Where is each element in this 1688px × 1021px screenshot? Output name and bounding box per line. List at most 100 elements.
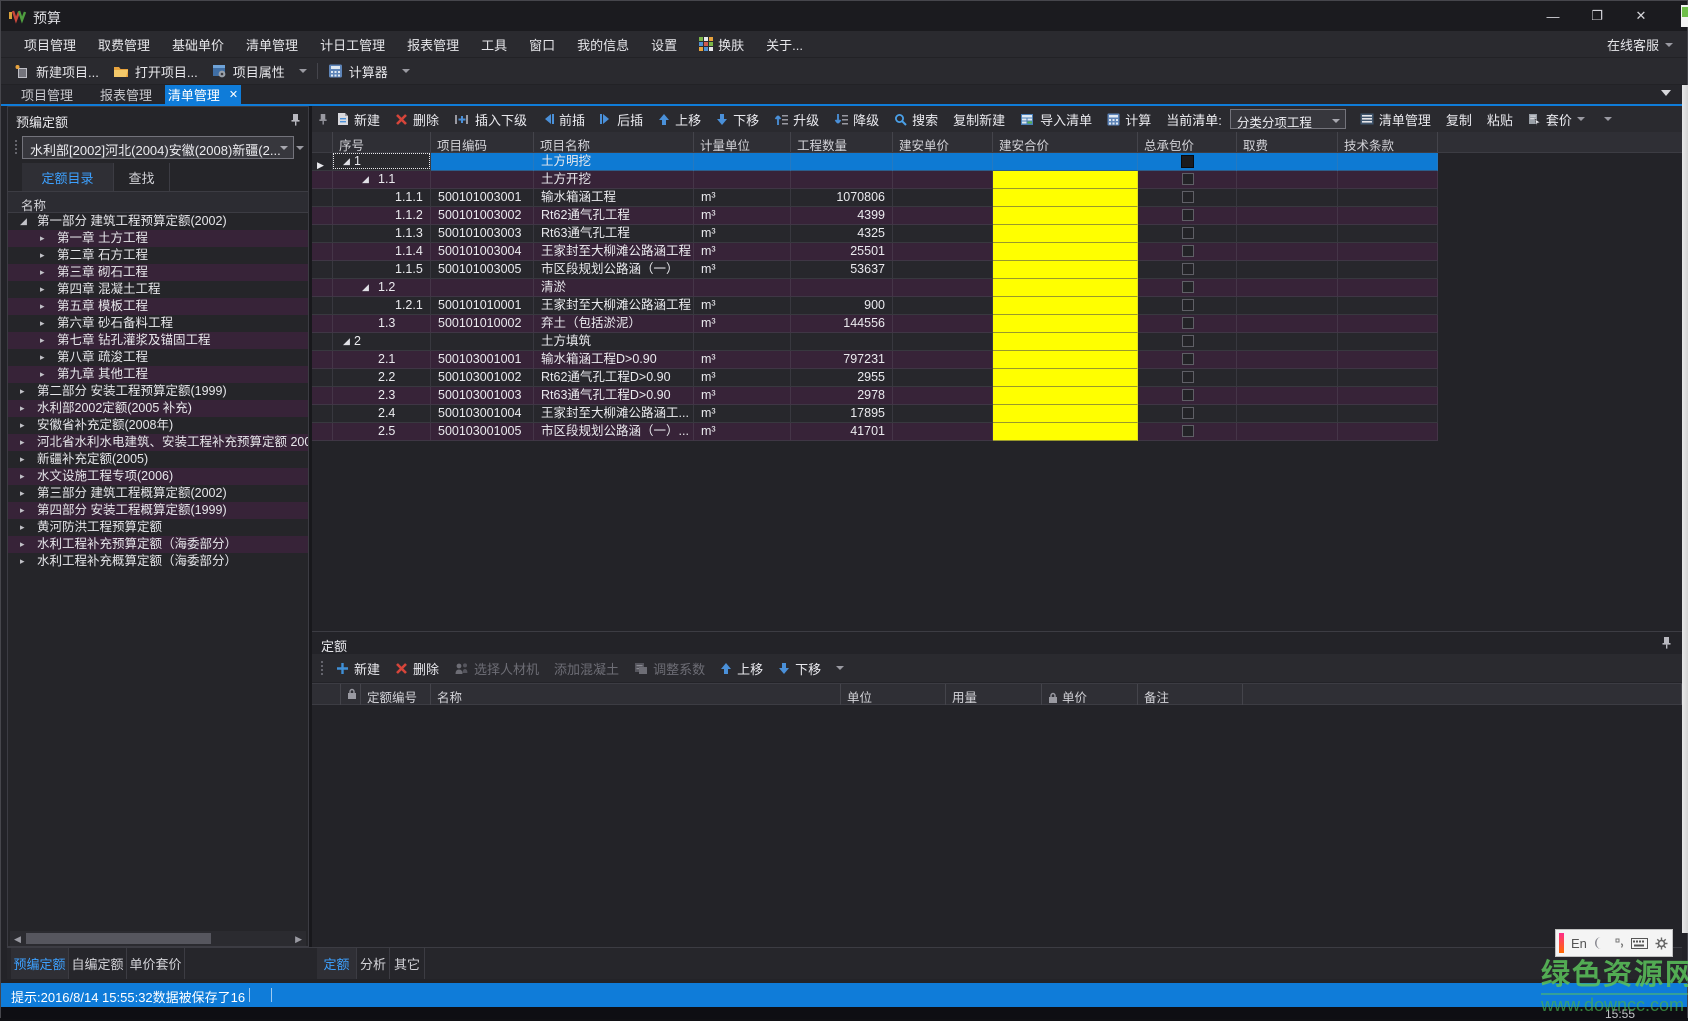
expand-closed-icon[interactable]: ▸	[40, 298, 45, 315]
cell-unit-price[interactable]	[893, 243, 993, 261]
tree-item[interactable]: ▸河北省水利水电建筑、安装工程补充预算定额 2004	[8, 434, 308, 451]
toolbar-overflow-icon[interactable]	[1604, 117, 1612, 121]
cell-unit-price[interactable]	[893, 423, 993, 441]
cell-unit[interactable]: m³	[694, 351, 791, 369]
cell-quantity[interactable]: 2955	[791, 369, 893, 387]
cell-contract-flag[interactable]	[1138, 261, 1237, 279]
contract-checkbox[interactable]	[1182, 335, 1194, 347]
promote-button[interactable]: 升级	[774, 110, 819, 129]
contract-checkbox[interactable]	[1182, 209, 1194, 221]
expand-closed-icon[interactable]: ▸	[20, 485, 25, 502]
column-header-建安单价[interactable]: 建安单价	[893, 132, 993, 152]
cell-unit[interactable]: m³	[694, 387, 791, 405]
cell-code[interactable]: 500103001002	[431, 369, 534, 387]
cell-name[interactable]: 王家封至大柳滩公路涵工...	[534, 405, 694, 423]
scroll-right-icon[interactable]: ▶	[295, 934, 302, 945]
cell-tech-terms[interactable]	[1338, 405, 1438, 423]
column-header-技术条款[interactable]: 技术条款	[1338, 132, 1438, 152]
ime-keyboard-icon[interactable]	[1631, 938, 1648, 949]
grid-row[interactable]: 1.1.1500101003001输水箱涵工程m³1070806	[312, 189, 1438, 207]
cell-contract-flag[interactable]	[1138, 297, 1237, 315]
cell-quantity[interactable]	[791, 153, 893, 171]
cell-unit-price[interactable]	[893, 315, 993, 333]
expand-open-icon[interactable]: ◢	[343, 153, 350, 170]
contract-checkbox[interactable]	[1182, 191, 1194, 203]
cell-unit[interactable]	[694, 279, 791, 297]
cell-total-price[interactable]	[993, 225, 1138, 243]
cell-quantity[interactable]	[791, 279, 893, 297]
tab-项目管理[interactable]: 项目管理	[7, 85, 87, 104]
column-header-工程数量[interactable]: 工程数量	[791, 132, 893, 152]
cell-tech-terms[interactable]	[1338, 189, 1438, 207]
expand-closed-icon[interactable]: ▸	[40, 230, 45, 247]
minimize-button[interactable]: —	[1531, 1, 1575, 31]
menu-item-设置[interactable]: 设置	[640, 31, 688, 58]
add-concrete-button[interactable]: 添加混凝土	[554, 659, 619, 678]
cell-contract-flag[interactable]	[1138, 315, 1237, 333]
cell-total-price[interactable]	[993, 423, 1138, 441]
cell-unit[interactable]: m³	[694, 207, 791, 225]
expand-closed-icon[interactable]: ▸	[20, 434, 25, 451]
cell-code[interactable]: 500101003002	[431, 207, 534, 225]
cell-seq[interactable]: 1.1.1	[333, 189, 431, 207]
tree-item[interactable]: ▸新疆补充定额(2005)	[8, 451, 308, 468]
cell-seq[interactable]: 2.2	[333, 369, 431, 387]
close-button[interactable]: ✕	[1619, 1, 1663, 31]
tree-item[interactable]: ▸第二章 石方工程	[8, 247, 308, 264]
cell-contract-flag[interactable]	[1138, 225, 1237, 243]
grid-row[interactable]: 2.1500103001001输水箱涵工程D>0.90m³797231	[312, 351, 1438, 369]
cell-fee[interactable]	[1237, 387, 1338, 405]
cell-code[interactable]	[431, 171, 534, 189]
new-project-button[interactable]: 新建项目...	[15, 62, 99, 81]
cell-tech-terms[interactable]	[1338, 225, 1438, 243]
tree-item[interactable]: ▸第六章 砂石备料工程	[8, 315, 308, 332]
menu-item-窗口[interactable]: 窗口	[518, 31, 566, 58]
cell-tech-terms[interactable]	[1338, 369, 1438, 387]
tree-item[interactable]: ▸第三章 砌石工程	[8, 264, 308, 281]
cell-seq[interactable]: ◢1.1	[333, 171, 431, 189]
cell-tech-terms[interactable]	[1338, 315, 1438, 333]
tab-close-icon[interactable]: ✕	[229, 88, 238, 101]
cell-unit-price[interactable]	[893, 297, 993, 315]
cell-total-price[interactable]	[993, 243, 1138, 261]
menu-item-项目管理[interactable]: 项目管理	[13, 31, 87, 58]
scrollbar-thumb[interactable]	[26, 933, 211, 944]
ime-mode-icon[interactable]	[1594, 936, 1608, 950]
column-header-总承包价[interactable]: 总承包价	[1138, 132, 1237, 152]
cell-name[interactable]: 土方开挖	[534, 171, 694, 189]
tab-overflow-icon[interactable]	[1661, 90, 1671, 96]
menu-item-清单管理[interactable]: 清单管理	[235, 31, 309, 58]
detail-grid-body[interactable]	[312, 705, 1682, 946]
cell-total-price[interactable]	[993, 189, 1138, 207]
cell-unit[interactable]: m³	[694, 243, 791, 261]
cell-name[interactable]: 输水箱涵工程	[534, 189, 694, 207]
cell-seq[interactable]: ◢1.2	[333, 279, 431, 297]
cell-unit-price[interactable]	[893, 189, 993, 207]
restore-button[interactable]: ❐	[1575, 1, 1619, 31]
grid-row[interactable]: 2.3500103001003Rt63通气孔工程D>0.90m³2978	[312, 387, 1438, 405]
cell-name[interactable]: 市区段规划公路涵（一）...	[534, 423, 694, 441]
contract-checkbox[interactable]	[1182, 407, 1194, 419]
cell-quantity[interactable]: 41701	[791, 423, 893, 441]
subtab-定额目录[interactable]: 定额目录	[22, 163, 114, 191]
tab-清单管理[interactable]: 清单管理✕	[165, 85, 241, 104]
cell-unit-price[interactable]	[893, 387, 993, 405]
tree-column-header[interactable]: 名称	[8, 192, 308, 213]
cell-unit[interactable]: m³	[694, 315, 791, 333]
cell-name[interactable]: 土方填筑	[534, 333, 694, 351]
cell-seq[interactable]: 2.4	[333, 405, 431, 423]
cell-code[interactable]: 500101003005	[431, 261, 534, 279]
contract-checkbox[interactable]	[1181, 155, 1194, 168]
contract-checkbox[interactable]	[1182, 299, 1194, 311]
cell-total-price[interactable]	[993, 297, 1138, 315]
cell-contract-flag[interactable]	[1138, 279, 1237, 297]
tree-item[interactable]: ▸水文设施工程专项(2006)	[8, 468, 308, 485]
expand-closed-icon[interactable]: ▸	[20, 451, 25, 468]
search-button[interactable]: 搜索	[894, 110, 938, 129]
expand-closed-icon[interactable]: ▸	[20, 519, 25, 536]
toolbar-overflow-icon[interactable]	[836, 666, 844, 670]
cell-name[interactable]: Rt62通气孔工程	[534, 207, 694, 225]
pin-icon[interactable]	[1661, 636, 1672, 649]
grid-row[interactable]: ◢1.1 土方开挖	[312, 171, 1438, 189]
detail-move-down-button[interactable]: 下移	[778, 659, 821, 678]
